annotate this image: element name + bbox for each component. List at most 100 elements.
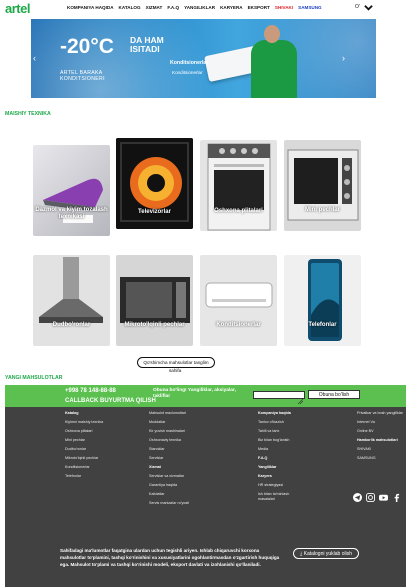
chevron-down-icon[interactable] xyxy=(364,3,373,12)
footer-link[interactable]: Kir yuvish mashinalari xyxy=(149,429,229,434)
stove-image xyxy=(207,143,271,231)
footer-link[interactable]: Servis markazlar ro'yxati xyxy=(149,501,229,506)
tile-label: Dudbo'ronlar xyxy=(52,322,91,328)
callback-request-link[interactable]: CALLBACK BUYURTMA QILISH xyxy=(65,398,156,404)
product-tile-televizorlar[interactable]: Televizorlar xyxy=(116,138,193,229)
footer-link[interactable]: masalalari xyxy=(258,497,338,502)
phone-image xyxy=(308,259,342,341)
download-icon: ⤓ xyxy=(300,551,303,557)
footer-heading[interactable]: F.A.Q xyxy=(258,456,338,461)
footer-heading[interactable]: Yangiliklar xyxy=(258,465,338,470)
site-footer: Katalog Kiyimni maishiy texnika Oshxona … xyxy=(5,407,406,587)
footer-link[interactable]: Garantiya haqida xyxy=(149,483,229,488)
phone-number[interactable]: +998 78 148-88-88 xyxy=(65,388,116,394)
footer-link[interactable]: SAMSUNG xyxy=(357,456,403,461)
tile-label: Telefonlar xyxy=(308,322,337,328)
mini-oven-image xyxy=(287,149,359,221)
more-products-button[interactable]: Qo'shimcha mahsulotlar tanglim xyxy=(137,357,215,368)
nav-item-karyera[interactable]: KARYERA xyxy=(220,5,243,10)
footer-link[interactable]: Privatkar va bosh yangiliklar xyxy=(357,411,403,416)
footer-link[interactable]: Mahsulot maxlumotlari xyxy=(149,411,229,416)
footer-link[interactable]: Muddatlar xyxy=(149,420,229,425)
hood-image xyxy=(39,257,103,323)
more-products-button-line2: sahifa xyxy=(169,368,182,373)
footer-link[interactable]: Kiyimni maishiy texnika xyxy=(65,420,135,425)
footer-heading[interactable]: Kompaniya haqida xyxy=(258,411,338,416)
nav-item-faq[interactable]: F.A.Q xyxy=(167,5,179,10)
footer-link[interactable]: SHIVAKI xyxy=(357,447,403,452)
footer-link[interactable]: HR strategiyasi xyxy=(258,483,338,488)
nav-item-katalog[interactable]: KATALOG xyxy=(119,5,141,10)
footer-heading[interactable]: Katalog xyxy=(65,411,135,416)
nav-item-kompaniya[interactable]: KOMPANIYA HAQIDA xyxy=(67,5,114,10)
tile-label: Dazmol va kiyim tozalash texnikasi xyxy=(35,207,108,220)
footer-link[interactable]: Kafolatlar xyxy=(149,492,229,497)
footer-link[interactable]: Dudbo'ronlar xyxy=(65,447,135,452)
chevron-left-icon[interactable]: ‹ xyxy=(33,53,36,63)
footer-link[interactable]: Tanlov o'tkazish xyxy=(258,420,338,425)
footer-heading[interactable]: Hamkorlik mahsulotlari xyxy=(357,438,403,443)
footer-link[interactable]: Telefonlar xyxy=(65,474,135,479)
nav-item-xizmat[interactable]: XIZMAT xyxy=(146,5,163,10)
footer-link[interactable]: Online BV xyxy=(357,429,403,434)
footer-link[interactable]: Servislar va xizmatlar xyxy=(149,474,229,479)
product-tile-mini-pech[interactable]: Mini pechlar xyxy=(284,140,361,231)
nav-item-yangiliklar[interactable]: YANGILIKLAR xyxy=(184,5,215,10)
tile-label: Televizorlar xyxy=(138,209,171,215)
footer-column-kompaniya: Kompaniya haqida Tanlov o'tkazish Tahlil… xyxy=(258,411,338,502)
subscribe-text: Obuna bo'ling! Yangiliklar, aksiyalar, t… xyxy=(153,388,236,399)
product-tile-telefonlar[interactable]: Telefonlar xyxy=(284,255,361,346)
footer-link[interactable]: Servislar xyxy=(149,456,229,461)
product-tile-dudboronlar[interactable]: Dudbo'ronlar xyxy=(33,255,110,346)
tile-label: Konditsionerlar xyxy=(216,322,261,328)
footer-link[interactable]: Biz bilan bog'lanish xyxy=(258,438,338,443)
banner-label-primary: Konditsionerlar xyxy=(170,60,209,66)
footer-link[interactable]: Internet Va xyxy=(357,420,403,425)
tile-label: Mini pechlar xyxy=(304,207,340,213)
email-input[interactable] xyxy=(253,391,305,405)
banner-headline: -20°C xyxy=(60,35,114,58)
instagram-icon[interactable] xyxy=(366,493,375,502)
footer-heading[interactable]: Karyera xyxy=(258,474,338,479)
banner-label-secondary: Konditsionerlar xyxy=(172,70,203,75)
microwave-image xyxy=(120,277,190,323)
product-tile-oshxona[interactable]: Oshxona plitalari xyxy=(200,140,277,231)
footer-link[interactable]: Oshxonaviy texnika xyxy=(149,438,229,443)
social-links xyxy=(353,493,401,502)
tile-label: Oshxona plitalari xyxy=(214,208,263,214)
ac-image xyxy=(205,282,273,308)
section-title-yangi: YANGI MAHSULOTLAR xyxy=(5,375,63,381)
footer-link[interactable]: Mini pechlar xyxy=(65,438,135,443)
youtube-icon[interactable] xyxy=(379,493,388,502)
footer-link[interactable]: Konditsionerlar xyxy=(65,465,135,470)
footer-link[interactable]: Tahlil va tarix xyxy=(258,429,338,434)
promo-banner[interactable]: -20°C DA HAM ISITADI ARTEL BARAKA KONDIT… xyxy=(31,19,376,98)
site-header: artel KOMPANIYA HAQIDA KATALOG XIZMAT F.… xyxy=(0,0,406,18)
footer-link[interactable]: Media xyxy=(258,447,338,452)
product-tile-mikrotolqinli[interactable]: Mikroto'lqinli pechlar xyxy=(116,255,193,346)
tile-label: Mikroto'lqinli pechlar xyxy=(124,322,185,328)
chevron-right-icon[interactable]: › xyxy=(342,53,345,63)
iron-image xyxy=(43,178,103,223)
facebook-icon[interactable] xyxy=(392,493,401,502)
nav-item-eksport[interactable]: EKSPORT xyxy=(248,5,270,10)
subscribe-button[interactable]: Obuna bo'lish xyxy=(308,390,360,399)
main-nav: KOMPANIYA HAQIDA KATALOG XIZMAT F.A.Q YA… xyxy=(67,5,322,10)
telegram-icon[interactable] xyxy=(353,493,362,502)
banner-brand-text: ARTEL BARAKA KONDITSIONERI xyxy=(60,70,105,82)
footer-link[interactable]: Stanoklar xyxy=(149,447,229,452)
product-tile-dazmol[interactable]: Dazmol va kiyim tozalash texnikasi xyxy=(33,145,110,236)
footer-heading[interactable]: Xizmat xyxy=(149,465,229,470)
product-tile-konditsionerlar[interactable]: Konditsionerlar xyxy=(200,255,277,346)
language-selector[interactable]: O' xyxy=(355,4,360,10)
artel-logo[interactable]: artel xyxy=(5,1,30,16)
download-catalog-button[interactable]: ⤓ Katalogni yuklab olish xyxy=(293,548,359,559)
nav-item-samsung[interactable]: SAMSUNG xyxy=(298,5,321,10)
banner-person-image xyxy=(245,23,301,98)
callback-strip: +998 78 148-88-88 CALLBACK BUYURTMA QILI… xyxy=(5,385,406,407)
footer-column-hamkorlik: Privatkar va bosh yangiliklar Internet V… xyxy=(357,411,403,461)
input-resize-icon xyxy=(297,398,304,405)
footer-link[interactable]: Mikroto'lqinli pechlar xyxy=(65,456,135,461)
nav-item-shivaki[interactable]: SHIVAKI xyxy=(275,5,293,10)
footer-link[interactable]: Oshxona plitalari xyxy=(65,429,135,434)
